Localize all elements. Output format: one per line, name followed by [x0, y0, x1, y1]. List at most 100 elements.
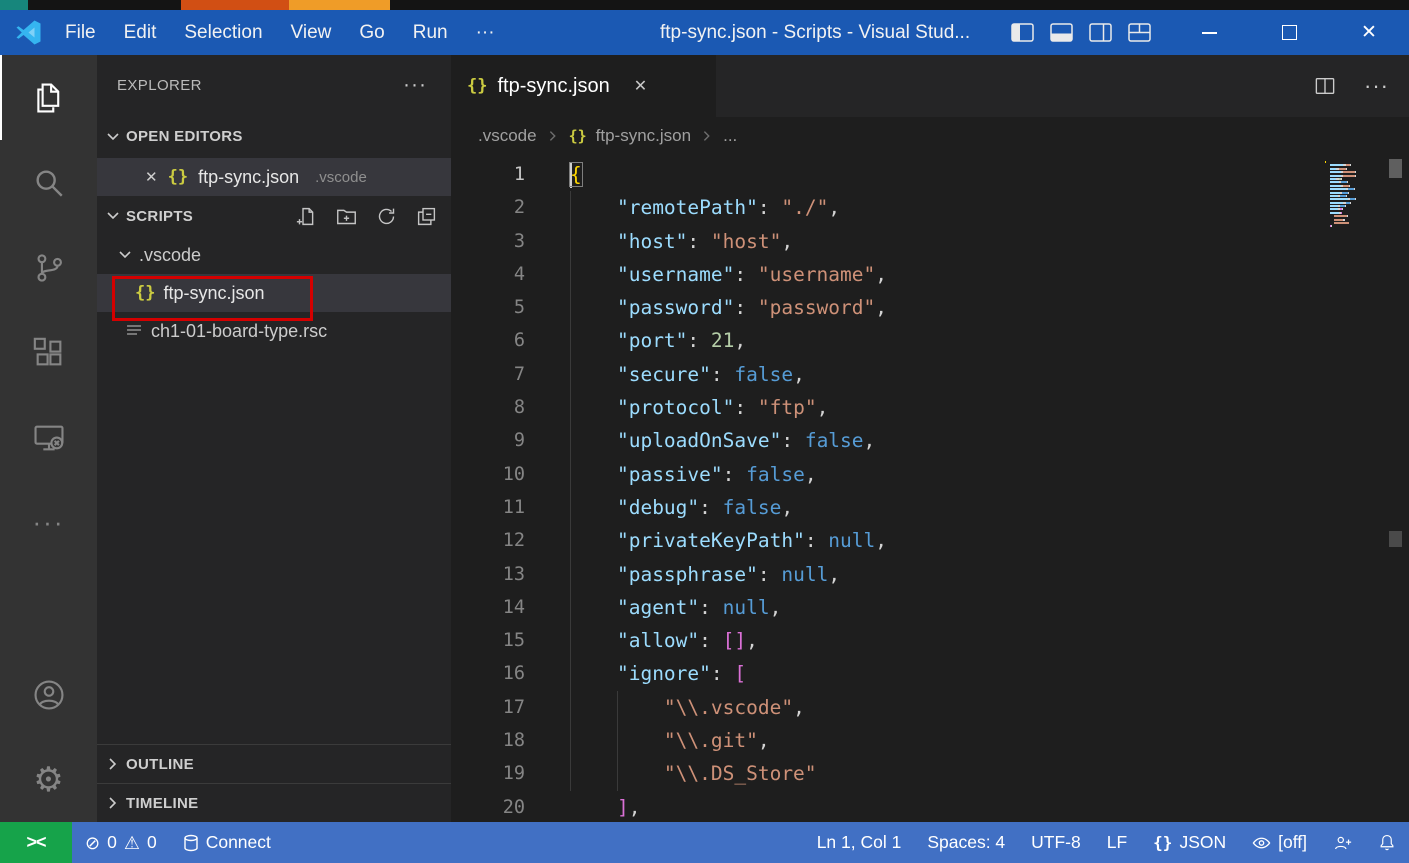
close-window-button[interactable]: ✕ — [1329, 10, 1409, 55]
code-line[interactable]: 5 "password": "password", — [451, 291, 1409, 324]
menu-selection[interactable]: Selection — [170, 10, 276, 55]
open-editor-item[interactable]: ✕ {} ftp-sync.json .vscode — [97, 158, 451, 196]
scrollbar-decoration[interactable] — [1389, 159, 1402, 178]
line-number[interactable]: 5 — [451, 291, 525, 324]
problems-indicator[interactable]: ⊘ 0 ⚠ 0 — [72, 822, 170, 863]
collapse-all-icon[interactable] — [416, 206, 437, 227]
section-timeline[interactable]: TIMELINE — [97, 783, 451, 822]
code-lines[interactable]: 1{2 "remotePath": "./",3 "host": "host",… — [451, 155, 1409, 822]
code-token: false — [734, 363, 793, 386]
minimize-button[interactable] — [1169, 10, 1249, 55]
remote-explorer-icon[interactable] — [0, 395, 97, 480]
code-line[interactable]: 14 "agent": null, — [451, 591, 1409, 624]
language-mode-indicator[interactable]: {} JSON — [1140, 822, 1239, 863]
notifications-bell[interactable] — [1365, 822, 1409, 863]
line-number[interactable]: 9 — [451, 424, 525, 457]
line-number[interactable]: 20 — [451, 791, 525, 822]
line-number[interactable]: 16 — [451, 657, 525, 690]
line-number[interactable]: 11 — [451, 491, 525, 524]
code-line[interactable]: 15 "allow": [], — [451, 624, 1409, 657]
line-number[interactable]: 1 — [451, 158, 525, 191]
customize-layout-icon[interactable] — [1128, 23, 1151, 42]
cursor-position-indicator[interactable]: Ln 1, Col 1 — [804, 822, 915, 863]
encoding-indicator[interactable]: UTF-8 — [1018, 822, 1094, 863]
toggle-sidebar-icon[interactable] — [1011, 23, 1034, 42]
menu-view[interactable]: View — [277, 10, 346, 55]
tree-folder-vscode[interactable]: .vscode — [97, 236, 451, 274]
menu-edit[interactable]: Edit — [110, 10, 171, 55]
line-number[interactable]: 2 — [451, 191, 525, 224]
line-number[interactable]: 4 — [451, 258, 525, 291]
code-token — [570, 629, 617, 652]
line-number[interactable]: 15 — [451, 624, 525, 657]
line-number[interactable]: 3 — [451, 225, 525, 258]
explorer-more-actions-icon[interactable]: ··· — [403, 73, 427, 97]
settings-gear-icon[interactable]: ⚙ — [0, 737, 97, 822]
minimap-token — [1330, 168, 1337, 170]
code-line[interactable]: 12 "privateKeyPath": null, — [451, 524, 1409, 557]
split-editor-icon[interactable] — [1314, 76, 1336, 96]
line-number[interactable]: 13 — [451, 558, 525, 591]
code-line[interactable]: 17 "\\.vscode", — [451, 691, 1409, 724]
line-number[interactable]: 10 — [451, 458, 525, 491]
new-folder-icon[interactable] — [336, 206, 357, 227]
section-outline[interactable]: OUTLINE — [97, 744, 451, 783]
code-line[interactable]: 16 "ignore": [ — [451, 657, 1409, 690]
code-line[interactable]: 6 "port": 21, — [451, 324, 1409, 357]
code-line[interactable]: 1{ — [451, 158, 1409, 191]
source-control-icon[interactable] — [0, 225, 97, 310]
ftp-connect-button[interactable]: Connect — [170, 822, 284, 863]
breadcrumb-file[interactable]: ftp-sync.json — [596, 126, 691, 146]
feedback-button[interactable] — [1320, 822, 1365, 863]
line-number[interactable]: 12 — [451, 524, 525, 557]
search-icon[interactable] — [0, 140, 97, 225]
line-number[interactable]: 19 — [451, 757, 525, 790]
line-number[interactable]: 8 — [451, 391, 525, 424]
code-line[interactable]: 18 "\\.git", — [451, 724, 1409, 757]
line-number[interactable]: 17 — [451, 691, 525, 724]
breadcrumb-folder[interactable]: .vscode — [478, 126, 537, 146]
menu-go[interactable]: Go — [345, 10, 398, 55]
extensions-icon[interactable] — [0, 310, 97, 395]
toggle-secondary-sidebar-icon[interactable] — [1089, 23, 1112, 42]
scrollbar-decoration[interactable] — [1389, 531, 1402, 547]
code-line[interactable]: 11 "debug": false, — [451, 491, 1409, 524]
line-number[interactable]: 14 — [451, 591, 525, 624]
code-line[interactable]: 20 ], — [451, 791, 1409, 822]
menu-file[interactable]: File — [51, 10, 110, 55]
code-line[interactable]: 4 "username": "username", — [451, 258, 1409, 291]
toggle-panel-icon[interactable] — [1050, 23, 1073, 42]
breadcrumb-symbol[interactable]: ... — [723, 126, 737, 146]
refresh-icon[interactable] — [376, 206, 397, 227]
indentation-indicator[interactable]: Spaces: 4 — [914, 822, 1018, 863]
close-tab-icon[interactable]: ✕ — [634, 76, 647, 96]
more-views-icon[interactable]: ··· — [0, 480, 97, 565]
editor-more-actions-icon[interactable]: ··· — [1364, 73, 1389, 99]
code-line[interactable]: 19 "\\.DS_Store" — [451, 757, 1409, 790]
eol-indicator[interactable]: LF — [1094, 822, 1140, 863]
code-area[interactable]: 1{2 "remotePath": "./",3 "host": "host",… — [451, 155, 1409, 822]
account-icon[interactable] — [0, 652, 97, 737]
section-open-editors[interactable]: OPEN EDITORS — [97, 115, 451, 158]
code-line[interactable]: 13 "passphrase": null, — [451, 558, 1409, 591]
maximize-button[interactable] — [1249, 10, 1329, 55]
code-line[interactable]: 10 "passive": false, — [451, 458, 1409, 491]
code-line[interactable]: 3 "host": "host", — [451, 225, 1409, 258]
code-line[interactable]: 7 "secure": false, — [451, 358, 1409, 391]
remote-indicator[interactable]: >< — [0, 822, 72, 863]
menu-more[interactable]: ··· — [462, 10, 509, 55]
code-line[interactable]: 9 "uploadOnSave": false, — [451, 424, 1409, 457]
menu-run[interactable]: Run — [399, 10, 462, 55]
line-number[interactable]: 7 — [451, 358, 525, 391]
tab-ftp-sync-json[interactable]: {} ftp-sync.json ✕ — [451, 55, 716, 117]
eye-toggle[interactable]: [off] — [1239, 822, 1320, 863]
new-file-icon[interactable] — [296, 206, 317, 227]
section-scripts[interactable]: SCRIPTS — [97, 196, 451, 236]
minimap[interactable] — [1325, 161, 1383, 229]
line-number[interactable]: 18 — [451, 724, 525, 757]
close-editor-icon[interactable]: ✕ — [145, 168, 158, 186]
code-line[interactable]: 8 "protocol": "ftp", — [451, 391, 1409, 424]
code-line[interactable]: 2 "remotePath": "./", — [451, 191, 1409, 224]
line-number[interactable]: 6 — [451, 324, 525, 357]
explorer-icon[interactable] — [0, 55, 97, 140]
